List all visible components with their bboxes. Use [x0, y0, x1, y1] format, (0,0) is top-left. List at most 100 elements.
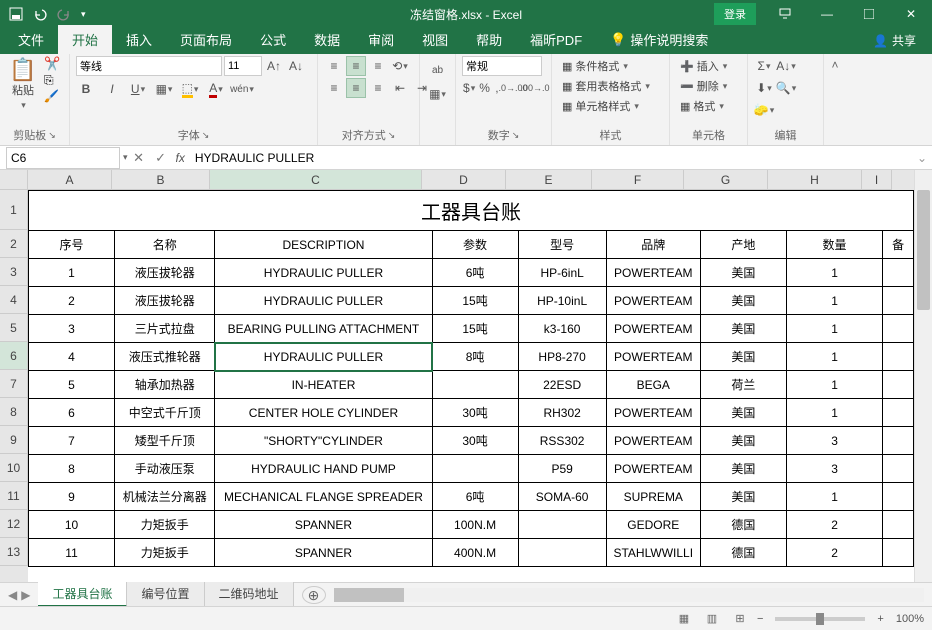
- confirm-edit-icon[interactable]: ✓: [150, 147, 172, 169]
- bold-button[interactable]: B: [76, 79, 96, 99]
- data-cell[interactable]: [883, 315, 914, 343]
- data-cell[interactable]: 美国: [700, 259, 786, 287]
- zoom-slider[interactable]: [775, 617, 865, 621]
- vertical-scrollbar[interactable]: [914, 170, 932, 582]
- merge-button[interactable]: ▦▾: [428, 84, 448, 104]
- align-middle-icon[interactable]: ≡: [346, 56, 366, 76]
- data-cell[interactable]: HYDRAULIC HAND PUMP: [215, 455, 432, 483]
- data-cell[interactable]: 1: [29, 259, 115, 287]
- zoom-in-button[interactable]: +: [877, 613, 883, 625]
- data-cell[interactable]: BEGA: [606, 371, 700, 399]
- row-header-1[interactable]: 1: [0, 190, 28, 230]
- row-header-10[interactable]: 10: [0, 454, 28, 482]
- font-launcher[interactable]: ↘: [202, 130, 210, 141]
- data-cell[interactable]: 美国: [700, 343, 786, 371]
- data-cell[interactable]: 11: [29, 539, 115, 567]
- minimize-icon[interactable]: —: [806, 0, 848, 28]
- sheet-tab-0[interactable]: 工器具台账: [38, 582, 127, 607]
- clipboard-launcher[interactable]: ↘: [48, 130, 56, 141]
- row-header-4[interactable]: 4: [0, 286, 28, 314]
- format-painter-icon[interactable]: 🖌️: [44, 89, 60, 103]
- data-cell[interactable]: SUPREMA: [606, 483, 700, 511]
- data-cell[interactable]: MECHANICAL FLANGE SPREADER: [215, 483, 432, 511]
- page-break-view-icon[interactable]: ⊞: [729, 610, 751, 628]
- row-header-9[interactable]: 9: [0, 426, 28, 454]
- data-cell[interactable]: 1: [786, 371, 882, 399]
- select-all-corner[interactable]: [0, 170, 28, 190]
- data-cell[interactable]: POWERTEAM: [606, 427, 700, 455]
- data-cell[interactable]: "SHORTY"CYLINDER: [215, 427, 432, 455]
- col-header-F[interactable]: F: [592, 170, 684, 190]
- data-cell[interactable]: 手动液压泵: [115, 455, 215, 483]
- data-cell[interactable]: BEARING PULLING ATTACHMENT: [215, 315, 432, 343]
- data-cell[interactable]: 1: [786, 259, 882, 287]
- header-cell[interactable]: 备: [883, 231, 914, 259]
- copy-icon[interactable]: ⎘: [44, 73, 60, 88]
- border-button[interactable]: ▦▾: [154, 79, 174, 99]
- data-cell[interactable]: HP-6inL: [518, 259, 606, 287]
- new-sheet-button[interactable]: ⊕: [302, 586, 326, 604]
- tell-me[interactable]: 💡 操作说明搜索: [596, 25, 722, 54]
- data-cell[interactable]: 5: [29, 371, 115, 399]
- undo-icon[interactable]: [32, 6, 48, 22]
- sheet-tab-2[interactable]: 二维码地址: [205, 582, 294, 607]
- menu-审阅[interactable]: 审阅: [354, 25, 408, 54]
- cut-icon[interactable]: ✂️: [44, 56, 60, 72]
- number-format-combo[interactable]: [462, 56, 542, 76]
- data-cell[interactable]: 2: [786, 511, 882, 539]
- data-cell[interactable]: HYDRAULIC PULLER: [215, 343, 432, 371]
- maximize-icon[interactable]: [848, 0, 890, 28]
- menu-视图[interactable]: 视图: [408, 25, 462, 54]
- data-cell[interactable]: [883, 343, 914, 371]
- data-cell[interactable]: 中空式千斤顶: [115, 399, 215, 427]
- data-cell[interactable]: 15吨: [432, 287, 518, 315]
- menu-数据[interactable]: 数据: [300, 25, 354, 54]
- data-cell[interactable]: POWERTEAM: [606, 455, 700, 483]
- insert-cells-button[interactable]: ➕插入▾: [676, 56, 731, 76]
- close-icon[interactable]: ✕: [890, 0, 932, 28]
- data-cell[interactable]: 三片式拉盘: [115, 315, 215, 343]
- data-cell[interactable]: HP8-270: [518, 343, 606, 371]
- data-cell[interactable]: 100N.M: [432, 511, 518, 539]
- align-right-icon[interactable]: ≡: [368, 78, 388, 98]
- data-cell[interactable]: 矮型千斤顶: [115, 427, 215, 455]
- orientation-icon[interactable]: ⟲▾: [390, 56, 410, 76]
- shrink-font-icon[interactable]: A↓: [286, 56, 306, 76]
- data-cell[interactable]: [883, 455, 914, 483]
- data-cell[interactable]: 7: [29, 427, 115, 455]
- login-button[interactable]: 登录: [714, 3, 756, 25]
- data-cell[interactable]: 9: [29, 483, 115, 511]
- data-cell[interactable]: POWERTEAM: [606, 315, 700, 343]
- data-cell[interactable]: 6吨: [432, 483, 518, 511]
- menu-文件[interactable]: 文件: [4, 25, 58, 54]
- find-icon[interactable]: 🔍▾: [776, 78, 796, 98]
- italic-button[interactable]: I: [102, 79, 122, 99]
- data-cell[interactable]: [883, 539, 914, 567]
- data-cell[interactable]: [432, 371, 518, 399]
- data-cell[interactable]: 1: [786, 315, 882, 343]
- data-cell[interactable]: SPANNER: [215, 511, 432, 539]
- number-launcher[interactable]: ↘: [512, 130, 520, 141]
- col-header-G[interactable]: G: [684, 170, 768, 190]
- sheet-title-cell[interactable]: 工器具台账: [29, 191, 914, 231]
- data-cell[interactable]: [518, 539, 606, 567]
- row-header-3[interactable]: 3: [0, 258, 28, 286]
- data-cell[interactable]: POWERTEAM: [606, 259, 700, 287]
- redo-icon[interactable]: [56, 6, 72, 22]
- cancel-edit-icon[interactable]: ✕: [128, 147, 150, 169]
- data-cell[interactable]: 400N.M: [432, 539, 518, 567]
- header-cell[interactable]: 序号: [29, 231, 115, 259]
- data-cell[interactable]: HYDRAULIC PULLER: [215, 259, 432, 287]
- cell-styles-button[interactable]: ▦单元格样式▾: [558, 96, 643, 116]
- data-cell[interactable]: 液压拔轮器: [115, 287, 215, 315]
- data-cell[interactable]: P59: [518, 455, 606, 483]
- data-cell[interactable]: 力矩扳手: [115, 539, 215, 567]
- save-icon[interactable]: [8, 6, 24, 22]
- data-cell[interactable]: POWERTEAM: [606, 343, 700, 371]
- data-cell[interactable]: [883, 259, 914, 287]
- data-cell[interactable]: RSS302: [518, 427, 606, 455]
- zoom-level[interactable]: 100%: [896, 613, 924, 625]
- col-header-B[interactable]: B: [112, 170, 210, 190]
- data-cell[interactable]: [518, 511, 606, 539]
- share-button[interactable]: 👤 共享: [861, 27, 928, 54]
